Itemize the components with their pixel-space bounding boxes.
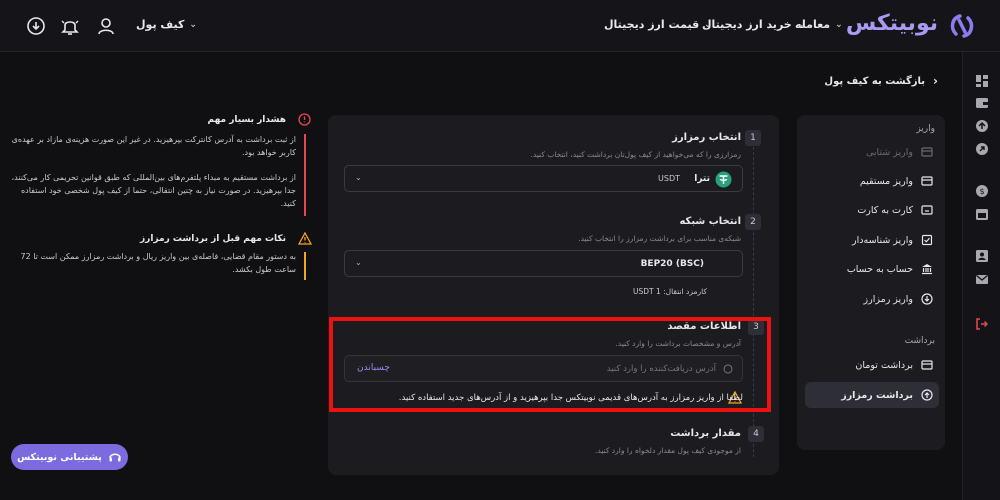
menu-item-toman-withdraw[interactable]: برداشت تومان xyxy=(805,352,939,378)
lightning-card-icon xyxy=(921,147,933,157)
warning-triangle-icon xyxy=(298,232,312,245)
wallet-menu[interactable]: ⌄ کیف پول xyxy=(136,18,197,31)
step-1-desc: رمزارزی را که می‌خواهید از کیف پول‌تان ب… xyxy=(530,150,741,159)
step-2-title: انتخاب شبکه xyxy=(679,216,741,227)
warning-1-title: هشدار بسیار مهم xyxy=(207,115,286,125)
headset-icon xyxy=(109,453,121,462)
step-1-title: انتخاب رمزارز xyxy=(672,132,741,143)
selected-network: BEP20 (BSC) xyxy=(640,259,704,269)
bell-icon[interactable] xyxy=(59,15,81,37)
card-withdraw-icon xyxy=(921,360,933,370)
card-transfer-icon xyxy=(921,205,933,215)
menu-item-crypto-withdraw[interactable]: برداشت رمزارز xyxy=(805,382,939,408)
selected-coin-name: تترا xyxy=(694,174,710,184)
crypto-withdraw-form: 1 انتخاب رمزارز رمزارزی را که می‌خواهید … xyxy=(328,115,779,475)
chevron-left-icon: ‹ xyxy=(933,74,938,88)
back-to-wallet-link[interactable]: ‹ بازگشت به کیف پول xyxy=(824,74,938,88)
menu-item-instant-deposit[interactable]: واریز شتابی xyxy=(805,139,939,165)
chevron-down-icon: ⌄ xyxy=(189,19,197,30)
step-4-desc: از موجودی کیف پول مقدار دلخواه را وارد ک… xyxy=(595,446,741,455)
tether-coin-icon xyxy=(715,171,732,188)
wallet-operations-menu: واریز واریز شتابی واریز مستقیم کارت به ک… xyxy=(797,115,945,450)
warning-2-title: نکات مهم قبل از برداشت رمزارز xyxy=(140,234,286,244)
step-2-number: 2 xyxy=(745,214,761,230)
download-app-icon[interactable] xyxy=(25,15,47,37)
network-select[interactable]: BEP20 (BSC) ⌄ xyxy=(344,250,743,277)
calendar-icon[interactable] xyxy=(975,207,989,221)
dashboard-icon[interactable] xyxy=(975,74,989,88)
checkbox-doc-icon xyxy=(921,234,933,246)
menu-item-card-to-card[interactable]: کارت به کارت xyxy=(805,197,939,223)
card-arrow-icon xyxy=(921,176,933,186)
nav-crypto-prices[interactable]: ⌄ قیمت ارز دیجیتال xyxy=(604,18,712,31)
warning-2-text: به دستور مقام قضایی، فاصله‌ی بین واریز ر… xyxy=(20,252,296,274)
warning-1-text-a: از ثبت برداشت به آدرس کانترکت بپرهیزید. … xyxy=(11,135,296,157)
svg-text:$: $ xyxy=(979,187,984,196)
chevron-down-icon: ⌄ xyxy=(704,19,712,30)
top-header: نوبیتکس ⌄ معامله ⌄ خرید ارز دیجیتال ⌄ قی… xyxy=(0,0,1000,52)
coin-icon[interactable]: $ xyxy=(975,184,989,198)
network-fee: کارمزد انتقال: USDT 1 xyxy=(633,287,707,296)
step-2-desc: شبکه‌ی مناسب برای برداشت رمزارز را انتخا… xyxy=(578,234,741,243)
chevron-down-icon: ⌄ xyxy=(835,19,843,30)
mail-icon[interactable] xyxy=(975,272,989,286)
menu-item-id-deposit[interactable]: واریز شناسه‌دار xyxy=(805,227,939,253)
withdraw-heading: برداشت xyxy=(904,336,935,346)
chevron-down-icon: ⌄ xyxy=(355,258,362,267)
user-icon[interactable] xyxy=(95,15,117,37)
step-4-title: مقدار برداشت xyxy=(670,428,741,439)
trade-icon[interactable] xyxy=(975,142,989,156)
chevron-down-icon: ⌄ xyxy=(796,19,805,30)
menu-item-direct-deposit[interactable]: واریز مستقیم xyxy=(805,168,939,194)
wallet-icon[interactable] xyxy=(975,96,989,110)
logo-text[interactable]: نوبیتکس xyxy=(846,11,938,36)
warning-1-text-b: از برداشت مستقیم به مبداء پلتفرم‌های بین… xyxy=(11,173,296,208)
profile-card-icon[interactable] xyxy=(975,249,989,263)
nobitex-logo-icon[interactable] xyxy=(948,12,976,40)
warning-2-bar xyxy=(304,252,306,280)
chevron-down-icon: ⌄ xyxy=(355,173,362,182)
menu-item-crypto-deposit[interactable]: واریز رمزارز xyxy=(805,286,939,312)
step-4-number: 4 xyxy=(748,426,764,442)
menu-item-account-to-account[interactable]: حساب به حساب xyxy=(805,256,939,282)
nav-buy-crypto[interactable]: ⌄ خرید ارز دیجیتال xyxy=(702,18,804,31)
bank-icon xyxy=(922,264,932,275)
support-button[interactable]: پشتیبانی نوبیتکس xyxy=(11,444,128,470)
step-1-number: 1 xyxy=(745,130,761,146)
logout-icon[interactable] xyxy=(975,317,989,331)
selected-coin-code: USDT xyxy=(658,174,680,183)
coin-select[interactable]: تترا USDT ⌄ xyxy=(344,165,743,192)
exchange-icon[interactable] xyxy=(975,119,989,133)
warning-1-bar xyxy=(304,134,306,216)
arrow-up-circle-icon xyxy=(921,389,933,401)
deposit-heading: واریز xyxy=(916,124,935,134)
arrow-down-circle-icon xyxy=(921,293,933,305)
highlight-box xyxy=(329,317,771,412)
right-icon-rail: $ xyxy=(962,52,1000,500)
alert-circle-icon xyxy=(298,113,311,126)
